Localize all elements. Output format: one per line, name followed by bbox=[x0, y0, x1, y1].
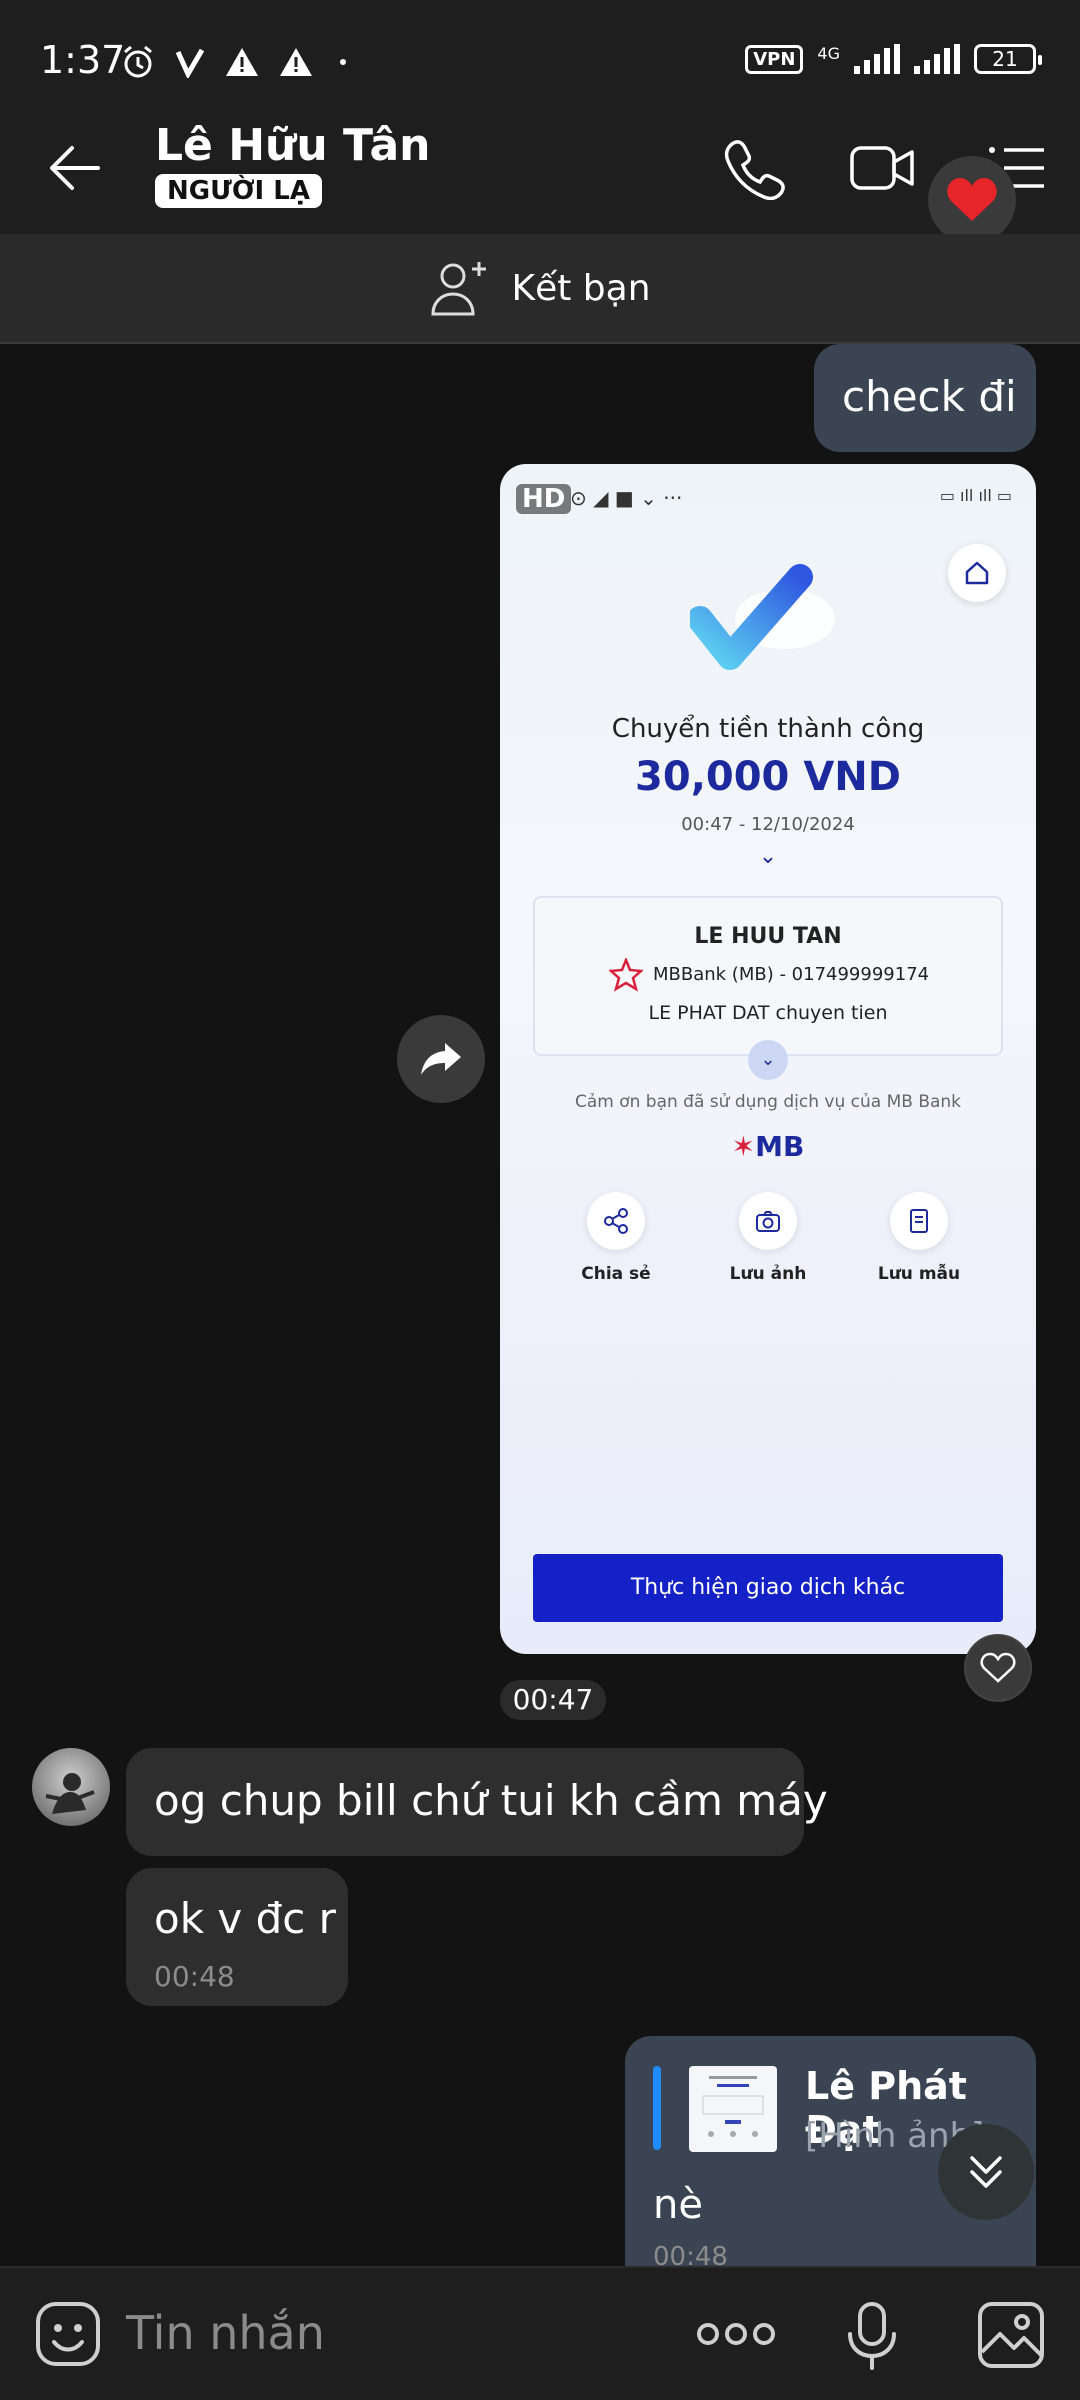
status-time: 1:37 bbox=[40, 38, 126, 82]
message-bubble-incoming[interactable]: og chup bill chứ tui kh cầm máy bbox=[126, 1748, 828, 1856]
dot-icon bbox=[340, 59, 346, 65]
back-button[interactable] bbox=[46, 142, 102, 194]
vpn-badge: VPN bbox=[745, 44, 804, 74]
camera-icon bbox=[756, 1211, 780, 1232]
heart-icon[interactable] bbox=[928, 156, 1016, 244]
message-time: 00:48 bbox=[653, 2242, 728, 2266]
document-icon bbox=[910, 1209, 928, 1233]
message-time-pill: 00:47 bbox=[500, 1680, 606, 1720]
warning-icon bbox=[226, 48, 258, 76]
contact-name[interactable]: Lê Hữu Tân bbox=[155, 120, 431, 171]
message-text: ok v đc r bbox=[154, 1894, 336, 1943]
signal-icon bbox=[854, 44, 900, 74]
hd-badge: HD bbox=[516, 484, 572, 514]
message-bubble-incoming[interactable]: ok v đc r 00:48 bbox=[126, 1868, 348, 2006]
recipient-card: LE HUU TAN MBBank (MB) - 017499999174 LE… bbox=[533, 896, 1003, 1056]
add-friend-bar[interactable]: Kết bạn bbox=[0, 234, 1080, 344]
signal-icon bbox=[914, 44, 960, 74]
mb-bank-logo: ✶MB bbox=[731, 1130, 805, 1163]
stranger-badge: NGƯỜI LẠ bbox=[155, 174, 322, 208]
message-text: nè bbox=[653, 2182, 703, 2228]
phone-icon[interactable] bbox=[718, 136, 788, 200]
warning-icon bbox=[280, 48, 312, 76]
share-forward-icon[interactable] bbox=[397, 1015, 485, 1103]
battery-icon: 21 bbox=[974, 44, 1042, 74]
image-message[interactable]: HD ⊙ ◢ ■ ⌄ ··· ▭ ıll ıll ▭ Chuyển tiền t… bbox=[500, 464, 1036, 1654]
receipt-status-icons: ⊙ ◢ ■ ⌄ ··· bbox=[570, 486, 683, 510]
add-user-icon bbox=[431, 262, 487, 316]
status-notification-icons bbox=[120, 44, 346, 80]
recipient-name: LE HUU TAN bbox=[694, 924, 842, 949]
receipt-action-share: Chia sẻ bbox=[556, 1192, 676, 1284]
avatar[interactable] bbox=[32, 1748, 110, 1826]
quoted-image-thumbnail[interactable] bbox=[689, 2066, 777, 2152]
message-bubble-outgoing[interactable]: check đi bbox=[814, 344, 1036, 452]
receipt-title: Chuyển tiền thành công bbox=[611, 714, 925, 744]
mb-star-icon bbox=[609, 958, 643, 992]
chat-header: Lê Hữu Tân NGƯỜI LẠ bbox=[0, 102, 1080, 234]
message-text: og chup bill chứ tui kh cầm máy bbox=[154, 1776, 828, 1825]
mb-logo-text: MB bbox=[755, 1130, 805, 1163]
network-type: 4G bbox=[817, 44, 840, 63]
status-system-icons: VPN 4G 21 bbox=[745, 44, 1042, 74]
app-v-icon bbox=[175, 48, 205, 78]
home-icon bbox=[948, 544, 1006, 602]
microphone-icon[interactable] bbox=[846, 2300, 898, 2372]
receipt-datetime: 00:47 - 12/10/2024 bbox=[681, 814, 855, 835]
double-chevron-icon: ⌄ bbox=[758, 844, 778, 869]
thanks-text: Cảm ơn bạn đã sử dụng dịch vụ của MB Ban… bbox=[574, 1092, 962, 1112]
message-time: 00:48 bbox=[154, 1960, 235, 1993]
image-icon[interactable] bbox=[976, 2300, 1046, 2370]
message-input-bar: Tin nhắn bbox=[0, 2266, 1080, 2400]
checkmark-icon bbox=[690, 564, 835, 670]
video-camera-icon[interactable] bbox=[848, 136, 918, 200]
quote-bar bbox=[653, 2066, 661, 2150]
double-chevron-down-icon[interactable] bbox=[938, 2124, 1034, 2220]
recipient-bank: MBBank (MB) - 017499999174 bbox=[653, 964, 930, 985]
other-transaction-button: Thực hiện giao dịch khác bbox=[533, 1554, 1003, 1622]
action-label: Lưu ảnh bbox=[729, 1264, 807, 1284]
receipt-status-right: ▭ ıll ıll ▭ bbox=[939, 486, 1012, 505]
add-friend-label: Kết bạn bbox=[511, 267, 651, 309]
message-text: check đi bbox=[842, 372, 1017, 421]
action-label: Chia sẻ bbox=[581, 1264, 651, 1284]
receipt-amount: 30,000 VND bbox=[635, 754, 901, 800]
status-bar: 1:37 VPN 4G 21 bbox=[0, 0, 1080, 102]
message-input[interactable]: Tin nhắn bbox=[126, 2306, 325, 2360]
receipt-action-save-template: Lưu mẫu bbox=[859, 1192, 979, 1284]
action-label: Lưu mẫu bbox=[877, 1264, 961, 1284]
transfer-note: LE PHAT DAT chuyen tien bbox=[648, 1002, 888, 1024]
emoji-icon[interactable] bbox=[34, 2300, 102, 2368]
chevron-down-icon: ⌄ bbox=[748, 1040, 788, 1080]
more-dots-icon[interactable] bbox=[696, 2316, 776, 2352]
share-nodes-icon bbox=[604, 1208, 628, 1234]
heart-outline-icon[interactable] bbox=[964, 1634, 1032, 1702]
receipt-action-save-image: Lưu ảnh bbox=[708, 1192, 828, 1284]
alarm-icon bbox=[124, 45, 152, 78]
